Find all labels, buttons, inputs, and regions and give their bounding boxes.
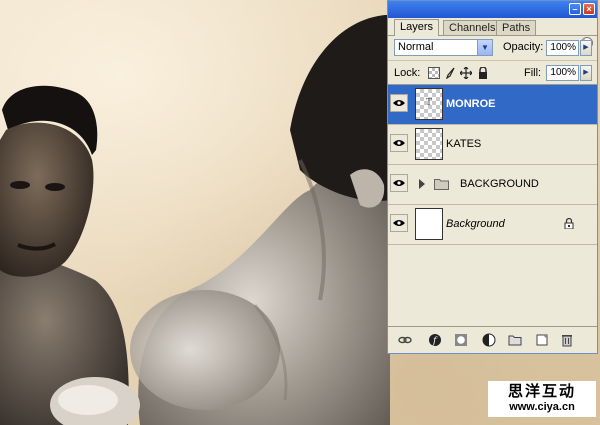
palette-titlebar[interactable]: – × <box>388 1 597 18</box>
layer-style-icon[interactable]: f <box>428 333 442 347</box>
eye-icon[interactable] <box>390 134 408 152</box>
tab-paths[interactable]: Paths <box>496 20 537 35</box>
expand-triangle-icon[interactable] <box>419 179 425 189</box>
right-boxer <box>130 15 390 425</box>
layer-row-monroe[interactable]: T MONROE <box>388 85 597 125</box>
lock-icon <box>564 218 574 229</box>
layers-palette: – × Layers Channels Paths ▶ Normal ▼ Opa… <box>387 0 598 354</box>
chevron-down-icon[interactable]: ▼ <box>477 40 492 55</box>
layer-name: Background <box>446 218 505 230</box>
lock-label: Lock: <box>394 67 421 79</box>
layer-thumbnail-white <box>415 208 443 240</box>
text-layer-icon: T <box>425 98 432 108</box>
lock-row: Lock: Fill: 100% ▶ <box>388 60 597 85</box>
delete-layer-icon[interactable] <box>560 333 574 347</box>
layer-row-background-group[interactable]: BACKGROUND <box>388 165 597 205</box>
palette-bottom-toolbar: f <box>388 326 597 353</box>
fill-label: Fill: <box>524 67 542 79</box>
layer-name: KATES <box>446 138 482 150</box>
layers-list: T MONROE KATES BACKGROUND Background <box>388 84 597 329</box>
eye-icon[interactable] <box>390 214 408 232</box>
close-button[interactable]: × <box>583 3 595 15</box>
new-group-icon[interactable] <box>508 333 522 347</box>
minimize-button[interactable]: – <box>569 3 581 15</box>
left-boxer <box>0 85 140 425</box>
fill-input[interactable]: 100% <box>546 65 579 81</box>
lock-brush-icon[interactable] <box>444 67 456 79</box>
watermark: 思洋互动 www.ciya.cn <box>488 381 596 417</box>
fill-slider-button[interactable]: ▶ <box>580 65 592 81</box>
opacity-slider-button[interactable]: ▶ <box>580 40 592 56</box>
layer-thumbnail-transparent <box>415 128 443 160</box>
layer-name: MONROE <box>446 98 496 110</box>
lock-move-icon[interactable] <box>460 67 472 79</box>
opacity-label: Opacity: <box>503 41 544 53</box>
tab-channels[interactable]: Channels <box>443 20 502 35</box>
layer-row-background[interactable]: Background <box>388 205 597 245</box>
eye-icon[interactable] <box>390 174 408 192</box>
layer-row-kates[interactable]: KATES <box>388 125 597 165</box>
eye-icon[interactable] <box>390 94 408 112</box>
layer-mask-icon[interactable] <box>454 333 468 347</box>
adjustment-layer-icon[interactable] <box>482 333 496 347</box>
watermark-chinese-text: 思洋互动 <box>507 382 576 400</box>
blend-mode-select[interactable]: Normal ▼ <box>394 39 493 56</box>
palette-tabs: Layers Channels Paths ▶ <box>388 18 597 49</box>
watermark-url: www.ciya.cn <box>509 401 575 413</box>
layer-thumbnail-text: T <box>415 88 443 120</box>
link-icon[interactable] <box>398 333 412 347</box>
lock-transparency-icon[interactable] <box>428 67 440 79</box>
blend-mode-value: Normal <box>398 41 434 53</box>
folder-icon <box>434 179 449 190</box>
tab-layers[interactable]: Layers <box>394 19 440 36</box>
layer-name: BACKGROUND <box>460 178 539 190</box>
opacity-input[interactable]: 100% <box>546 40 579 56</box>
new-layer-icon[interactable] <box>535 333 549 347</box>
blend-row: Normal ▼ Opacity: 100% ▶ <box>388 36 597 60</box>
lock-all-icon[interactable] <box>477 67 489 79</box>
